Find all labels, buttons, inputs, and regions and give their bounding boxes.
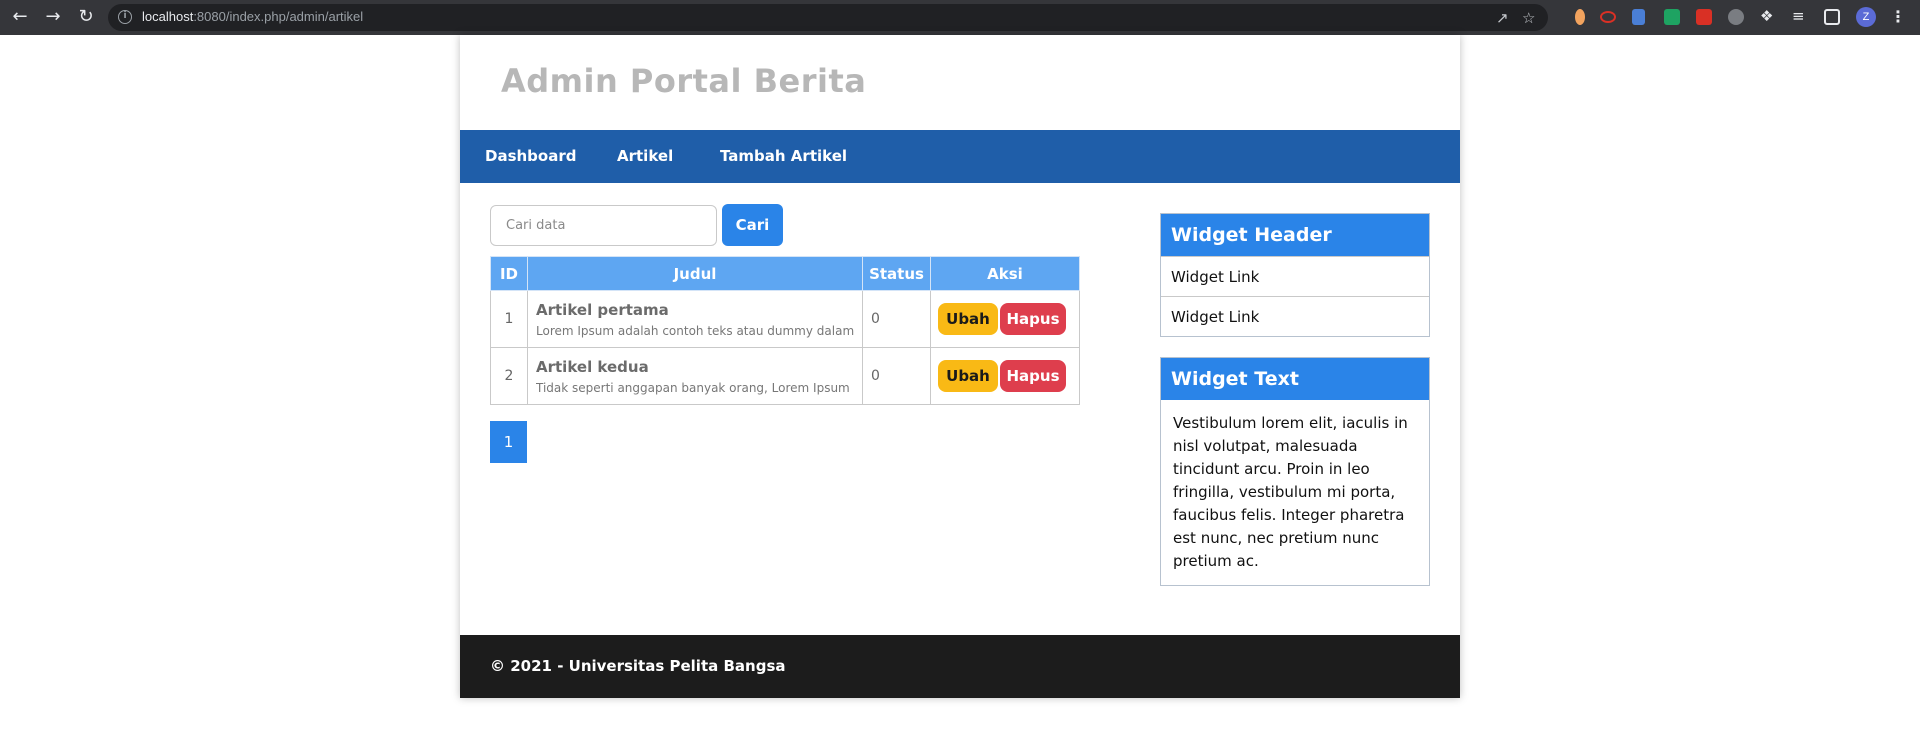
browser-toolbar: ← → ↻ i localhost:8080/index.php/admin/a…	[0, 0, 1920, 35]
puzzle-extensions-icon[interactable]: ❖	[1760, 7, 1773, 25]
widget-link[interactable]: Widget Link	[1161, 256, 1429, 296]
address-bar[interactable]: i localhost:8080/index.php/admin/artikel…	[108, 4, 1548, 31]
cell-aksi: Ubah Hapus	[930, 290, 1080, 348]
search-button[interactable]: Cari	[722, 204, 783, 246]
back-arrow-icon[interactable]: ←	[8, 5, 32, 29]
url-text[interactable]: localhost:8080/index.php/admin/artikel	[142, 9, 363, 24]
cell-judul: Artikel kedua Tidak seperti anggapan ban…	[527, 347, 863, 405]
page-container: Admin Portal Berita Dashboard Artikel Ta…	[460, 35, 1460, 698]
nav-item-artikel[interactable]: Artikel	[617, 147, 673, 165]
browser-menu-icon[interactable]: ⋮	[1890, 6, 1906, 28]
site-header: Admin Portal Berita	[460, 35, 1460, 130]
site-footer: © 2021 - Universitas Pelita Bangsa	[460, 635, 1460, 698]
article-title: Artikel kedua	[536, 357, 649, 376]
widget-text-body: Vestibulum lorem elit, iaculis in nisl v…	[1173, 414, 1408, 570]
side-panel-icon[interactable]	[1824, 9, 1840, 25]
articles-table: ID Judul Status Aksi 1 Artikel pertama L…	[490, 256, 1080, 405]
column-header-status: Status	[862, 256, 931, 291]
edit-button[interactable]: Ubah	[938, 360, 998, 392]
cell-status: 0	[862, 347, 931, 405]
main-navigation: Dashboard Artikel Tambah Artikel	[460, 130, 1460, 183]
extension-docs-icon[interactable]	[1632, 9, 1645, 25]
cell-id: 2	[490, 347, 528, 405]
cell-aksi: Ubah Hapus	[930, 347, 1080, 405]
widget-text-title: Widget Text	[1161, 358, 1429, 400]
share-icon[interactable]: ↗	[1496, 9, 1509, 27]
widget-text: Widget Text Vestibulum lorem elit, iacul…	[1160, 357, 1430, 586]
table-row: 2 Artikel kedua Tidak seperti anggapan b…	[490, 347, 1080, 405]
widget-header-title: Widget Header	[1161, 214, 1429, 256]
table-row: 1 Artikel pertama Lorem Ipsum adalah con…	[490, 290, 1080, 348]
reading-list-icon[interactable]: ≡	[1792, 7, 1805, 25]
nav-item-dashboard[interactable]: Dashboard	[485, 147, 576, 165]
url-host: localhost	[142, 9, 194, 24]
column-header-judul: Judul	[527, 256, 863, 291]
profile-avatar[interactable]: Z	[1856, 7, 1876, 27]
extension-grid-icon[interactable]	[1664, 9, 1680, 25]
footer-copyright: © 2021 - Universitas Pelita Bangsa	[490, 657, 786, 675]
pagination-page-1[interactable]: 1	[490, 421, 527, 463]
extension-gear-icon[interactable]	[1728, 9, 1744, 25]
article-title: Artikel pertama	[536, 300, 669, 319]
extension-media-icon[interactable]	[1696, 9, 1712, 25]
site-title: Admin Portal Berita	[501, 62, 867, 100]
cell-status: 0	[862, 290, 931, 348]
search-input[interactable]	[490, 205, 717, 246]
article-snippet: Tidak seperti anggapan banyak orang, Lor…	[536, 380, 850, 395]
delete-button[interactable]: Hapus	[1000, 303, 1066, 335]
cell-id: 1	[490, 290, 528, 348]
table-header-row: ID Judul Status Aksi	[490, 256, 1080, 291]
column-header-id: ID	[490, 256, 528, 291]
forward-arrow-icon[interactable]: →	[41, 5, 65, 29]
column-header-aksi: Aksi	[930, 256, 1080, 291]
delete-button[interactable]: Hapus	[1000, 360, 1066, 392]
article-snippet: Lorem Ipsum adalah contoh teks atau dumm…	[536, 323, 855, 338]
site-info-icon[interactable]: i	[118, 10, 132, 24]
url-path: :8080/index.php/admin/artikel	[193, 9, 364, 24]
nav-item-tambah-artikel[interactable]: Tambah Artikel	[720, 147, 847, 165]
cell-judul: Artikel pertama Lorem Ipsum adalah conto…	[527, 290, 863, 348]
reload-icon[interactable]: ↻	[74, 5, 98, 29]
edit-button[interactable]: Ubah	[938, 303, 998, 335]
widget-link[interactable]: Widget Link	[1161, 296, 1429, 336]
bookmark-star-icon[interactable]: ☆	[1522, 9, 1535, 27]
widget-links: Widget Header Widget Link Widget Link	[1160, 213, 1430, 337]
extension-eye-icon[interactable]	[1600, 11, 1616, 23]
extension-icon[interactable]	[1575, 9, 1585, 25]
